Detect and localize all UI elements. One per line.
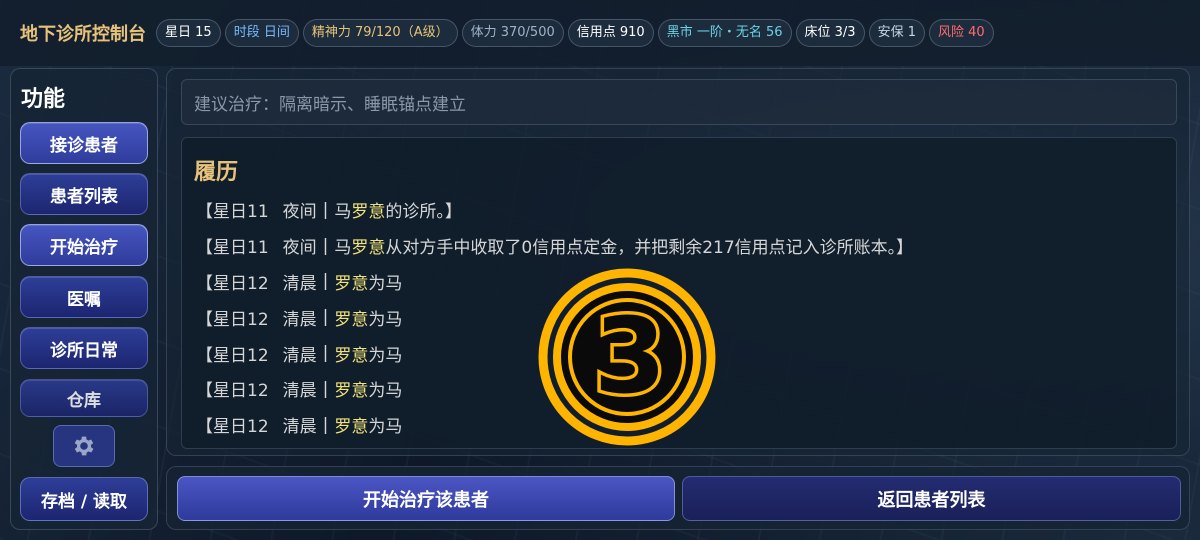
entry-time: 清晨: [282, 417, 317, 438]
entry-date: 【星日12: [196, 417, 269, 438]
entry-time: 清晨: [282, 309, 317, 330]
spirit-chip: 精神力 79/120（A级）: [302, 19, 458, 47]
entry-separator: |: [322, 414, 329, 435]
sidebar-item-warehouse[interactable]: 仓库: [20, 379, 148, 417]
black-market-chip: 黑市 一阶・无名 56: [657, 19, 792, 47]
day-chip: 星日 15: [156, 19, 221, 47]
entry-text: 为马: [368, 381, 403, 402]
history-title: 履历: [194, 160, 239, 185]
sidebar-item-admit-patient[interactable]: 接诊患者: [20, 122, 148, 164]
entry-date: 【星日11: [196, 202, 269, 223]
settings-button[interactable]: [53, 425, 115, 467]
sidebar-item-start-treatment[interactable]: 开始治疗: [20, 224, 148, 266]
entry-time: 清晨: [282, 345, 317, 366]
entry-text: 马: [334, 202, 352, 223]
entry-text: 从对方手中收取了0信用点定金，并把剩余217信用点记入诊所账本。】: [385, 238, 914, 259]
sidebar-title: 功能: [21, 87, 66, 112]
entry-character-name: 罗意: [351, 238, 386, 259]
entry-date: 【星日12: [196, 345, 269, 366]
badge-number: 3: [594, 295, 666, 417]
top-status-bar: 地下诊所控制台 星日 15 时段 日间 精神力 79/120（A级） 体力 37…: [0, 0, 1200, 66]
entry-character-name: 罗意: [334, 309, 369, 330]
security-chip: 安保 1: [868, 19, 925, 47]
entry-character-name: 罗意: [334, 381, 369, 402]
gear-icon: [74, 436, 94, 456]
entry-date: 【星日12: [196, 381, 269, 402]
time-period-chip: 时段 日间: [224, 19, 299, 47]
treatment-suggestion: 建议治疗：隔离暗示、睡眠锚点建立: [181, 79, 1177, 125]
number-3-badge-icon: 3: [538, 268, 716, 446]
bed-chip: 床位 3/3: [795, 19, 865, 47]
entry-text: 为马: [368, 309, 403, 330]
entry-time: 清晨: [282, 273, 317, 294]
entry-text: 为马: [368, 417, 403, 438]
action-bar: 开始治疗该患者 返回患者列表: [166, 466, 1190, 530]
entry-text: 为马: [368, 345, 403, 366]
entry-time: 夜间: [282, 202, 317, 223]
entry-time: 夜间: [282, 238, 317, 259]
entry-character-name: 罗意: [334, 273, 369, 294]
entry-text: 为马: [368, 273, 403, 294]
entry-character-name: 罗意: [351, 202, 386, 223]
entry-separator: |: [322, 235, 329, 256]
function-sidebar: 功能 接诊患者 患者列表 开始治疗 医嘱 诊所日常 仓库 存档 / 读取: [10, 68, 158, 530]
entry-date: 【星日11: [196, 238, 269, 259]
entry-separator: |: [322, 378, 329, 399]
history-entry: 【星日11 夜间 | 马罗意 从对方手中收取了0信用点定金，并把剩余217信用点记入诊所…: [196, 228, 1166, 264]
sidebar-item-patient-list[interactable]: 患者列表: [20, 173, 148, 215]
entry-text: 马: [334, 238, 352, 259]
stamina-chip: 体力 370/500: [461, 19, 564, 47]
entry-separator: |: [322, 343, 329, 364]
risk-chip: 风险 40: [928, 19, 994, 47]
entry-date: 【星日12: [196, 273, 269, 294]
entry-time: 清晨: [282, 381, 317, 402]
sidebar-item-medical-orders[interactable]: 医嘱: [20, 276, 148, 318]
entry-character-name: 罗意: [334, 345, 369, 366]
entry-text: 的诊所。】: [385, 202, 462, 223]
sidebar-item-clinic-daily[interactable]: 诊所日常: [20, 327, 148, 369]
entry-date: 【星日12: [196, 309, 269, 330]
start-treatment-button[interactable]: 开始治疗该患者: [177, 476, 675, 521]
save-load-button[interactable]: 存档 / 读取: [20, 477, 148, 521]
entry-separator: |: [322, 271, 329, 292]
credit-chip: 信用点 910: [567, 19, 654, 47]
entry-separator: |: [322, 199, 329, 220]
entry-separator: |: [322, 307, 329, 328]
app-title: 地下诊所控制台: [20, 24, 146, 45]
back-to-patient-list-button[interactable]: 返回患者列表: [682, 476, 1181, 521]
entry-character-name: 罗意: [334, 417, 369, 438]
history-entry: 【星日11 夜间 | 马罗意 的诊所。】: [196, 192, 1166, 228]
